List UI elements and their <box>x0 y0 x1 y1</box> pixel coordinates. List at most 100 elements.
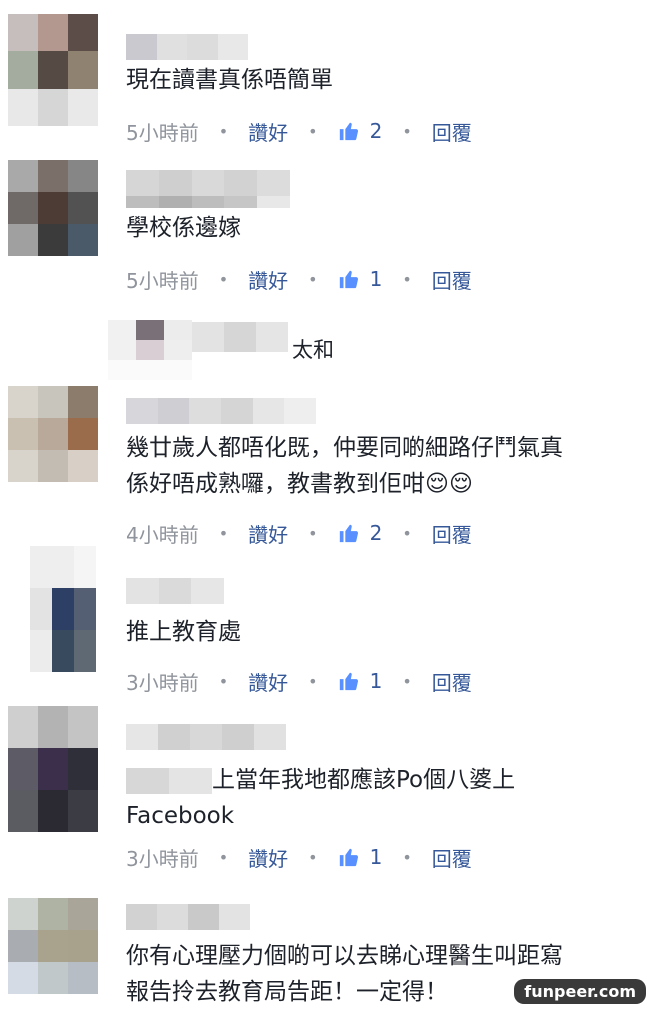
avatar-pixel <box>38 930 68 962</box>
avatar-pixel <box>38 962 68 994</box>
avatar-pixel <box>68 386 98 418</box>
avatar-pixel <box>8 450 38 482</box>
timestamp: 5小時前 <box>126 120 199 145</box>
commenter-name-blurred[interactable] <box>126 170 290 196</box>
avatar-pixel <box>38 706 68 748</box>
reply-link[interactable]: 回覆 <box>432 843 472 872</box>
avatar[interactable] <box>8 14 98 126</box>
avatar-pixel <box>68 706 98 748</box>
avatar-pixel <box>38 14 68 52</box>
like-link[interactable]: 讚好 <box>248 265 288 294</box>
avatar-pixel <box>38 898 68 930</box>
reply-link[interactable]: 回覆 <box>432 117 472 146</box>
avatar-pixel <box>38 418 68 450</box>
avatar-pixel <box>8 898 38 930</box>
avatar-pixel <box>38 51 68 89</box>
reply-link[interactable]: 回覆 <box>432 667 472 696</box>
thumbs-up-icon <box>339 524 358 543</box>
commenter-name-blurred[interactable] <box>126 904 250 930</box>
avatar-pixel <box>38 748 68 790</box>
thumbs-up-icon <box>339 270 358 289</box>
avatar-pixel <box>8 386 38 418</box>
avatar-pixel <box>8 88 38 126</box>
avatar-pixel <box>38 450 68 482</box>
avatar[interactable] <box>8 706 98 832</box>
commenter-name-blurred[interactable] <box>192 322 288 352</box>
like-link[interactable]: 讚好 <box>248 667 288 696</box>
avatar-pixel <box>8 14 38 52</box>
like-count: 2 <box>369 119 383 143</box>
avatar-pixel <box>68 450 98 482</box>
avatar-pixel <box>74 546 96 588</box>
commenter-name-blurred <box>126 196 290 208</box>
avatar-pixel <box>8 962 38 994</box>
like-count: 1 <box>369 845 383 869</box>
mentioned-name[interactable]: 太和 <box>292 334 334 364</box>
avatar-pixel <box>38 790 68 832</box>
like-count: 2 <box>369 521 383 545</box>
avatar-pixel <box>68 160 98 192</box>
avatar-pixel <box>136 320 164 340</box>
avatar[interactable] <box>108 320 192 380</box>
commenter-name-blurred[interactable] <box>126 724 286 750</box>
avatar-pixel <box>8 748 38 790</box>
avatar-pixel <box>8 160 38 192</box>
thumbs-up-icon <box>339 672 358 691</box>
timestamp: 5小時前 <box>126 268 199 293</box>
like-link[interactable]: 讚好 <box>248 117 288 146</box>
like-link[interactable]: 讚好 <box>248 519 288 548</box>
avatar-pixel <box>52 630 74 672</box>
commenter-name-blurred[interactable] <box>126 578 225 604</box>
avatar-pixel <box>38 386 68 418</box>
avatar[interactable] <box>30 546 96 672</box>
avatar-pixel <box>8 224 38 256</box>
timestamp: 3小時前 <box>126 846 199 871</box>
timestamp: 4小時前 <box>126 522 199 547</box>
avatar-pixel <box>38 88 68 126</box>
avatar-pixel <box>38 160 68 192</box>
avatar-pixel <box>8 51 38 89</box>
reply-link[interactable]: 回覆 <box>432 519 472 548</box>
comment-meta: 3小時前 • 讚好 • 1 • 回覆 <box>126 842 472 872</box>
avatar-pixel <box>108 320 136 340</box>
avatar-pixel <box>74 588 96 630</box>
avatar-pixel <box>164 360 192 380</box>
avatar-pixel <box>68 962 98 994</box>
avatar[interactable] <box>8 898 98 994</box>
comment-text: 上當年我地都應該Po個八婆上 Facebook <box>126 767 516 829</box>
avatar-pixel <box>68 192 98 224</box>
avatar-pixel <box>68 898 98 930</box>
commenter-name-blurred[interactable] <box>126 34 248 60</box>
comment-text: 推上教育處 <box>126 619 241 645</box>
thumbs-up-icon <box>339 848 358 867</box>
avatar-pixel <box>68 88 98 126</box>
avatar-pixel <box>30 630 52 672</box>
comment-text: 幾廿歲人都唔化既，仲要同啲細路仔鬥氣真 係好唔成熟囉，教書教到佢咁😌😌 <box>126 435 563 497</box>
avatar-pixel <box>108 360 136 380</box>
comment-meta: 5小時前 • 讚好 • 2 • 回覆 <box>126 116 472 146</box>
avatar-pixel <box>8 192 38 224</box>
comment-text: 現在讀書真係唔簡單 <box>126 67 333 93</box>
commenter-name-blurred[interactable] <box>126 398 317 424</box>
comment-meta: 4小時前 • 讚好 • 2 • 回覆 <box>126 518 472 548</box>
avatar-pixel <box>164 320 192 340</box>
comment-meta: 5小時前 • 讚好 • 1 • 回覆 <box>126 264 472 294</box>
avatar-pixel <box>68 418 98 450</box>
comment-meta: 3小時前 • 讚好 • 1 • 回覆 <box>126 666 472 696</box>
like-link[interactable]: 讚好 <box>248 843 288 872</box>
avatar[interactable] <box>8 160 98 256</box>
watermark: funpeer.com <box>514 979 646 1004</box>
avatar-pixel <box>68 224 98 256</box>
avatar-pixel <box>68 790 98 832</box>
avatar-pixel <box>8 930 38 962</box>
avatar-pixel <box>38 192 68 224</box>
avatar-pixel <box>38 224 68 256</box>
avatar-pixel <box>108 340 136 360</box>
avatar-pixel <box>136 340 164 360</box>
avatar-pixel <box>30 546 52 588</box>
avatar[interactable] <box>8 386 98 482</box>
reply-link[interactable]: 回覆 <box>432 265 472 294</box>
avatar-pixel <box>68 14 98 52</box>
avatar-pixel <box>68 930 98 962</box>
avatar-pixel <box>30 588 52 630</box>
